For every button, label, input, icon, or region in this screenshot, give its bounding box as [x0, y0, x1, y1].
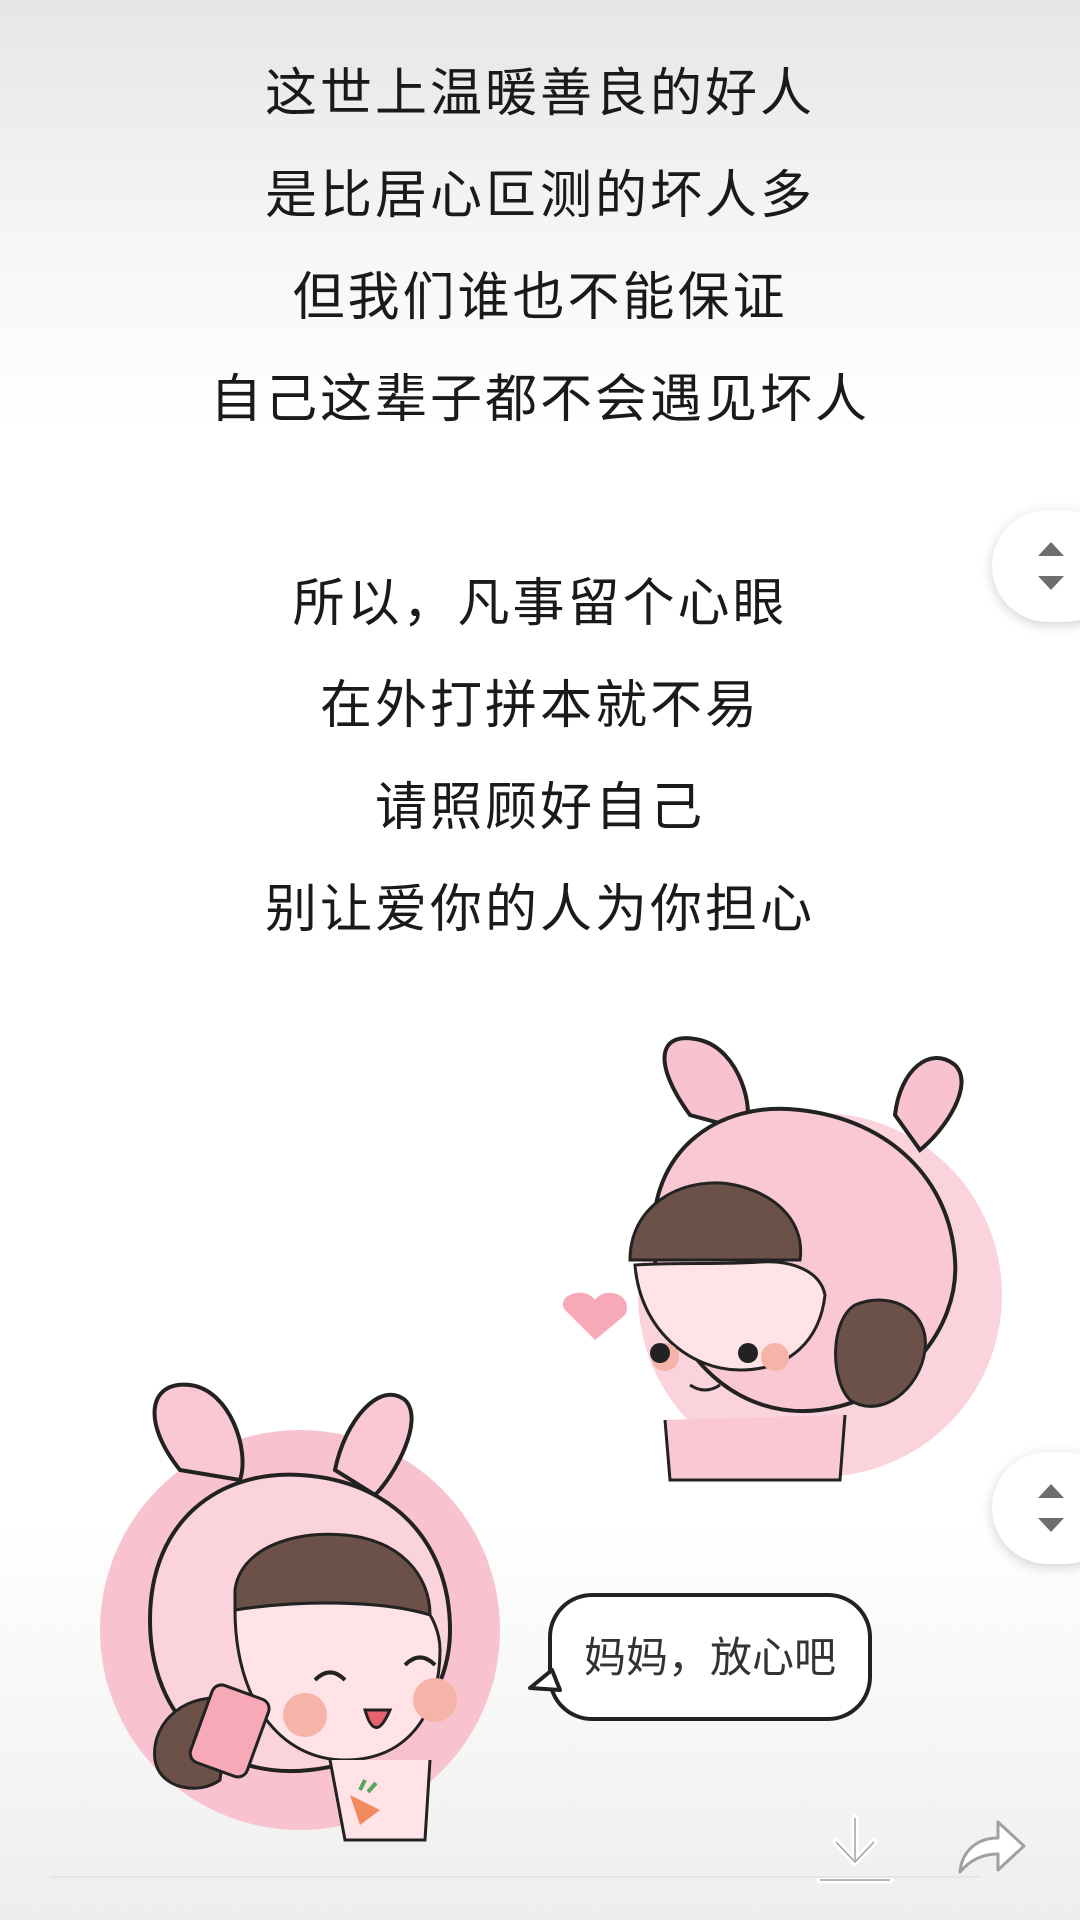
triangle-down-icon[interactable]: [1038, 576, 1064, 590]
cartoon-illustration: [100, 1036, 1002, 1842]
poem-line-5: 所以，凡事留个心眼: [292, 574, 788, 634]
download-icon: [816, 1814, 894, 1884]
poem-line-8: 别让爱你的人为你担心: [264, 880, 815, 940]
poem-line-1: 这世上温暖善良的好人: [264, 64, 815, 124]
bottom-divider: [50, 1876, 980, 1878]
poem-line-4: 自己这辈子都不会遇见坏人: [209, 370, 870, 430]
poem-line-6: 在外打拼本就不易: [319, 676, 760, 736]
child-character: [100, 1382, 500, 1842]
speech-bubble-text: 妈妈，放心吧: [583, 1633, 836, 1682]
poem-line-7: 请照顾好自己: [374, 778, 705, 838]
mother-character: [562, 1036, 1002, 1482]
share-button[interactable]: [948, 1810, 1034, 1886]
poem-line-2: 是比居心叵测的坏人多: [264, 166, 815, 226]
share-icon: [958, 1820, 1026, 1874]
download-button[interactable]: [812, 1810, 898, 1886]
poem-line-3: 但我们谁也不能保证: [292, 268, 788, 328]
triangle-up-icon[interactable]: [1038, 542, 1064, 556]
